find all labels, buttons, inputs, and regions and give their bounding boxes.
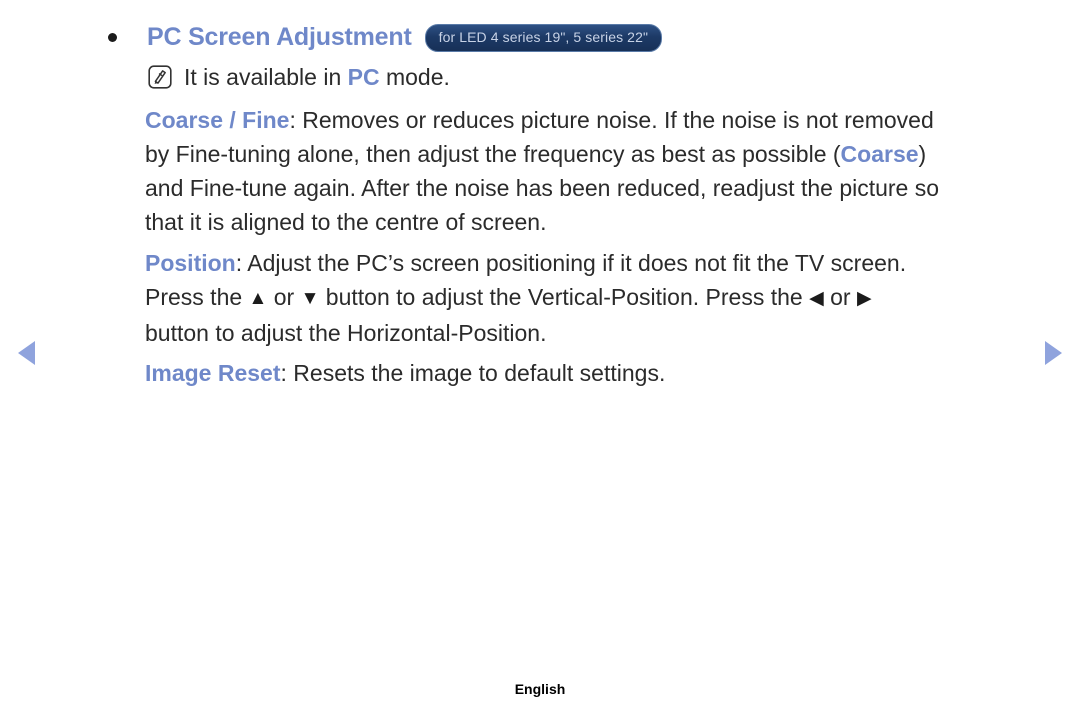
note-keyword-pc: PC — [347, 64, 380, 90]
paragraph-line: Coarse / Fine: Removes or reduces pictur… — [145, 103, 1045, 137]
note-text-after: mode. — [379, 64, 450, 90]
paragraph-line: Image Reset: Resets the image to default… — [145, 356, 1045, 390]
keyword-coarse-fine: Coarse / Fine — [145, 107, 290, 133]
model-applicability-badge: for LED 4 series 19", 5 series 22" — [424, 24, 663, 52]
paragraph-text: ) — [918, 141, 927, 167]
keyword-image-reset: Image Reset — [145, 360, 281, 386]
manual-page: PC Screen Adjustment for LED 4 series 19… — [0, 0, 1080, 705]
paragraph-position: Position: Adjust the PC’s screen positio… — [145, 246, 1045, 350]
arrow-up-icon: ▲ — [248, 288, 268, 309]
keyword-coarse: Coarse — [840, 141, 919, 167]
paragraph-line: by Fine-tuning alone, then adjust the fr… — [145, 137, 1045, 171]
previous-page-arrow-icon[interactable] — [18, 341, 35, 365]
note-pencil-icon — [148, 65, 172, 89]
paragraph-line: button to adjust the Horizontal-Position… — [145, 320, 547, 346]
paragraph-text: : Adjust the PC’s screen positioning if … — [235, 250, 907, 276]
arrow-right-icon: ▶ — [856, 288, 872, 309]
paragraph-coarse-fine: Coarse / Fine: Removes or reduces pictur… — [145, 103, 1045, 239]
paragraph-image-reset: Image Reset: Resets the image to default… — [145, 356, 1045, 390]
note-row: It is available in PC mode. — [148, 62, 450, 92]
paragraph-text: by Fine-tuning alone, then adjust the fr… — [145, 141, 841, 167]
paragraph-line: that it is aligned to the centre of scre… — [145, 209, 547, 235]
arrow-left-icon: ◀ — [809, 288, 824, 309]
bullet-dot-icon — [108, 33, 117, 43]
paragraph-line: and Fine-tune again. After the noise has… — [145, 175, 940, 201]
paragraph-text: or — [823, 284, 857, 310]
footer-language-label: English — [514, 681, 566, 697]
paragraph-text: Press the — [145, 284, 249, 310]
keyword-position: Position — [145, 250, 236, 276]
section-heading: PC Screen Adjustment for LED 4 series 19… — [108, 23, 663, 52]
note-text-before: It is available in — [184, 64, 348, 90]
paragraph-line: Press the ▲ or ▼ button to adjust the Ve… — [145, 280, 1045, 316]
paragraph-text: or — [267, 284, 301, 310]
paragraph-text: button to adjust the Vertical-Position. … — [319, 284, 810, 310]
paragraph-text: : Removes or reduces picture noise. If t… — [289, 107, 934, 133]
arrow-down-icon: ▼ — [300, 288, 320, 309]
paragraph-text: : Resets the image to default settings. — [280, 360, 666, 386]
next-page-arrow-icon[interactable] — [1045, 341, 1062, 365]
note-text: It is available in PC mode. — [184, 62, 450, 92]
page-title: PC Screen Adjustment — [147, 23, 412, 52]
paragraph-line: Position: Adjust the PC’s screen positio… — [145, 246, 1045, 280]
